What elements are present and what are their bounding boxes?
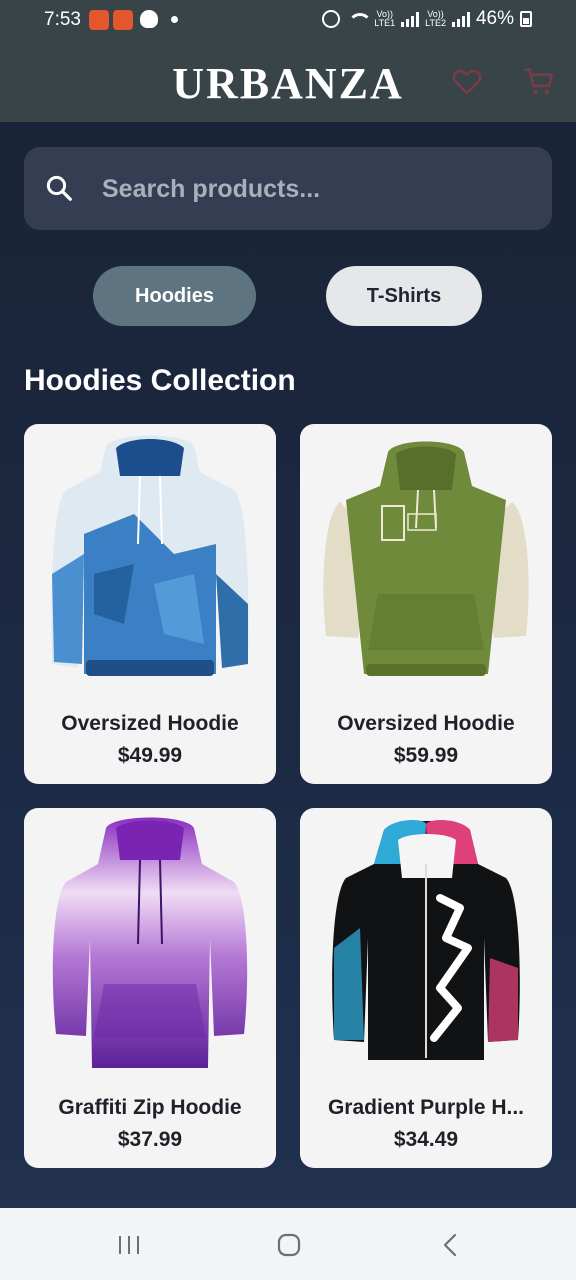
tab-hoodies[interactable]: Hoodies <box>93 266 256 326</box>
tab-tshirts[interactable]: T-Shirts <box>326 266 482 326</box>
network-label-2: Vo)) LTE2 <box>425 10 446 28</box>
product-price: $49.99 <box>117 744 183 767</box>
notification-app-icon <box>89 10 109 30</box>
product-name: Oversized Hoodie <box>337 712 515 735</box>
cart-icon[interactable] <box>522 64 556 98</box>
search-icon <box>46 175 72 201</box>
product-card[interactable]: Oversized Hoodie $49.99 <box>24 424 276 784</box>
battery-icon <box>520 11 532 27</box>
more-notifications-dot <box>171 16 178 23</box>
search-input[interactable] <box>102 167 522 211</box>
product-price: $59.99 <box>393 744 459 767</box>
search-bar[interactable] <box>24 147 552 230</box>
section-title: Hoodies Collection <box>24 364 296 397</box>
product-image <box>323 441 529 676</box>
status-time: 7:53 <box>44 9 81 30</box>
alarm-icon <box>322 10 341 28</box>
lte2-label: LTE2 <box>425 18 446 28</box>
product-price: $34.49 <box>393 1128 459 1151</box>
product-name: Oversized Hoodie <box>61 712 239 735</box>
snapchat-icon <box>140 10 158 28</box>
notification-app-icon <box>113 10 133 30</box>
lte1-label: LTE1 <box>374 18 396 28</box>
status-bar: 7:53 Vo)) LTE1 Vo)) LTE2 46% <box>0 0 576 44</box>
signal-icon <box>401 11 420 27</box>
product-name: Gradient Purple H... <box>327 1096 525 1119</box>
product-image <box>332 820 520 1060</box>
back-icon[interactable] <box>436 1230 466 1260</box>
brand-logo: URBANZA <box>172 59 404 108</box>
app-top-area: 7:53 Vo)) LTE1 Vo)) LTE2 46% URBANZA <box>0 0 576 122</box>
heart-icon[interactable] <box>450 64 484 98</box>
product-name: Graffiti Zip Hoodie <box>58 1096 242 1119</box>
battery-percent: 46% <box>475 8 514 29</box>
product-image <box>52 817 248 1068</box>
network-label-1: Vo)) LTE1 <box>374 10 395 28</box>
home-icon[interactable] <box>274 1230 304 1260</box>
product-price: $37.99 <box>117 1128 183 1151</box>
product-card[interactable]: Oversized Hoodie $59.99 <box>300 424 552 784</box>
product-card[interactable]: Gradient Purple H... $34.49 <box>300 808 552 1168</box>
recent-apps-icon[interactable] <box>114 1230 144 1260</box>
system-nav-bar <box>0 1208 576 1280</box>
product-card[interactable]: Graffiti Zip Hoodie $37.99 <box>24 808 276 1168</box>
signal-icon <box>451 11 470 27</box>
wifi-icon <box>346 11 373 27</box>
status-indicators: Vo)) LTE1 Vo)) LTE2 46% <box>322 8 532 30</box>
product-image <box>51 435 249 676</box>
